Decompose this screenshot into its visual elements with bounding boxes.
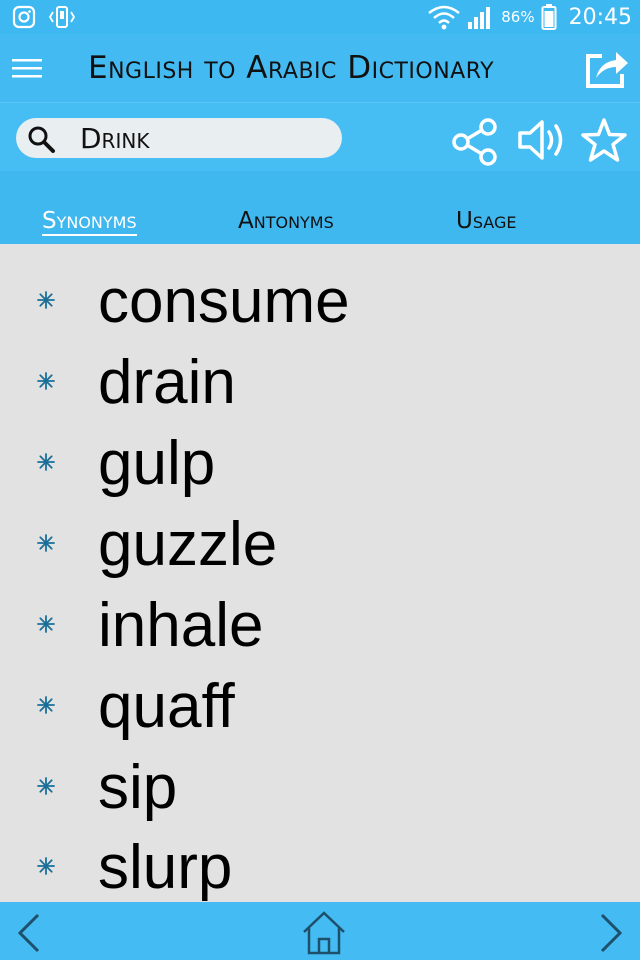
word-text: inhale bbox=[98, 591, 264, 660]
list-item[interactable]: consume bbox=[0, 260, 640, 340]
tab-synonyms[interactable]: Synonyms bbox=[42, 205, 137, 237]
vibrate-icon bbox=[48, 6, 76, 28]
status-right: 86% 20:45 bbox=[427, 2, 632, 32]
search-box[interactable]: Drink bbox=[16, 118, 342, 158]
chevron-left-icon[interactable] bbox=[14, 912, 44, 954]
asterisk-bullet-icon bbox=[37, 777, 55, 795]
wifi-icon bbox=[428, 5, 461, 30]
battery-icon bbox=[541, 4, 557, 30]
list-item[interactable]: drain bbox=[0, 341, 640, 421]
volume-icon[interactable] bbox=[516, 117, 568, 163]
word-text: quaff bbox=[98, 672, 235, 741]
app-title: English to Arabic Dictionary bbox=[88, 50, 495, 86]
tab-bar: Synonyms Antonyms Usage bbox=[0, 171, 640, 244]
share-out-icon[interactable] bbox=[582, 44, 632, 92]
home-icon[interactable] bbox=[300, 908, 348, 956]
list-item[interactable]: guzzle bbox=[0, 503, 640, 583]
tab-usage[interactable]: Usage bbox=[456, 205, 516, 237]
status-left bbox=[12, 4, 78, 30]
list-item[interactable]: quaff bbox=[0, 665, 640, 745]
asterisk-bullet-icon bbox=[37, 453, 55, 471]
asterisk-bullet-icon bbox=[37, 534, 55, 552]
bottom-nav bbox=[0, 902, 640, 960]
tab-antonyms[interactable]: Antonyms bbox=[238, 205, 334, 237]
instagram-icon bbox=[12, 5, 36, 29]
list-item[interactable]: inhale bbox=[0, 584, 640, 664]
word-text: sip bbox=[98, 753, 178, 822]
share-icon[interactable] bbox=[450, 117, 502, 167]
word-text: gulp bbox=[98, 429, 216, 498]
clock: 20:45 bbox=[568, 4, 632, 30]
asterisk-bullet-icon bbox=[37, 696, 55, 714]
word-text: consume bbox=[98, 267, 350, 336]
signal-icon bbox=[468, 7, 491, 29]
synonym-list: consume drain gulp guzzle inhale quaff s… bbox=[0, 244, 640, 902]
asterisk-bullet-icon bbox=[37, 857, 55, 875]
word-text: slurp bbox=[98, 833, 233, 902]
asterisk-bullet-icon bbox=[37, 615, 55, 633]
battery-percent: 86% bbox=[501, 8, 535, 26]
status-bar: 86% 20:45 bbox=[0, 0, 640, 34]
search-input[interactable]: Drink bbox=[80, 118, 149, 158]
list-item[interactable]: gulp bbox=[0, 422, 640, 502]
star-icon[interactable] bbox=[580, 117, 628, 163]
asterisk-bullet-icon bbox=[37, 372, 55, 390]
search-icon bbox=[28, 126, 55, 153]
app-bar: English to Arabic Dictionary bbox=[0, 34, 640, 103]
list-item[interactable]: sip bbox=[0, 746, 640, 826]
list-item[interactable]: slurp bbox=[0, 826, 640, 906]
asterisk-bullet-icon bbox=[37, 291, 55, 309]
word-text: guzzle bbox=[98, 510, 278, 579]
search-row: Drink bbox=[0, 103, 640, 171]
chevron-right-icon[interactable] bbox=[596, 912, 626, 954]
word-text: drain bbox=[98, 348, 236, 417]
hamburger-menu-icon[interactable] bbox=[10, 56, 44, 82]
